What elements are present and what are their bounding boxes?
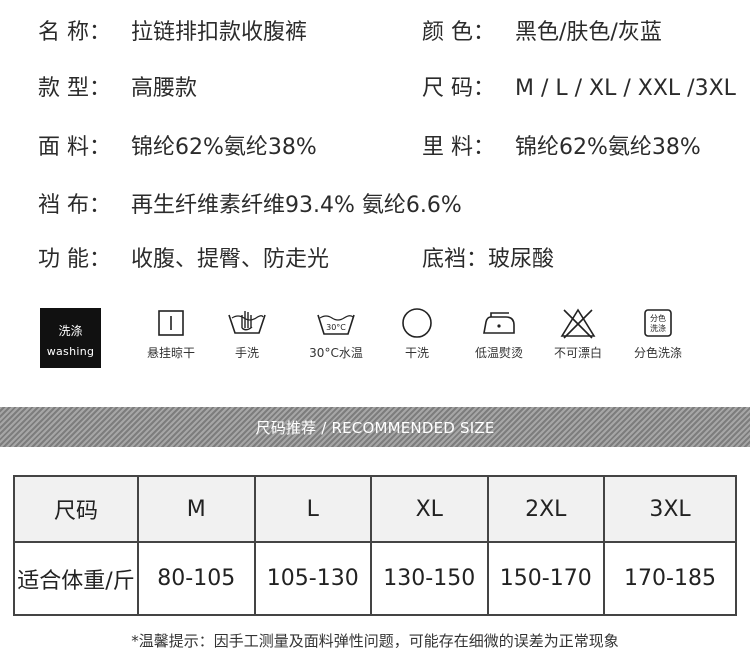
separate-wash-mark-bottom: 洗涤 <box>650 323 666 333</box>
care-instructions: 洗涤 washing 悬挂晾干 手洗 30°C 30°C水温 干洗 低温熨烫 不… <box>0 306 750 376</box>
spec-crotch-value: 玻尿酸 <box>488 247 555 272</box>
care-item-iron-low: 低温熨烫 <box>464 306 534 361</box>
size-header-cell: 2XL <box>486 475 605 543</box>
spec-fabric: 面 料： 锦纶62%氨纶38% <box>38 133 317 163</box>
weight-cell: 80-105 <box>137 541 256 616</box>
care-label-no-bleach: 不可漂白 <box>553 346 602 360</box>
size-header-cell: M <box>137 475 256 543</box>
spec-function: 功 能： 收腹、提臀、防走光 <box>38 245 329 275</box>
care-item-separate-wash: 分色 洗涤 分色洗涤 <box>622 306 694 361</box>
iron-low-icon <box>483 312 515 334</box>
spec-sleeve-value: 再生纤维素纤维93.4% 氨纶6.6% <box>131 193 462 218</box>
spec-color-value: 黑色/肤色/灰蓝 <box>515 20 662 45</box>
spec-lining-value: 锦纶62%氨纶38% <box>515 135 701 160</box>
wash-30-icon: 30°C <box>317 314 355 335</box>
no-bleach-icon <box>560 308 596 339</box>
spec-lining: 里 料： 锦纶62%氨纶38% <box>422 133 701 163</box>
separate-wash-icon: 分色 洗涤 <box>644 309 672 337</box>
spec-style: 款 型： 高腰款 <box>38 74 197 104</box>
spec-color-label: 颜 色： <box>422 20 495 45</box>
banner-title: 尺码推荐 / RECOMMENDED SIZE <box>255 419 495 437</box>
care-label-hand-wash: 手洗 <box>234 346 259 360</box>
size-header-cell: 3XL <box>603 475 737 543</box>
size-table: 尺码 M L XL 2XL 3XL 适合体重/斤 80-105 105-130 … <box>13 475 737 616</box>
washing-badge-en: washing <box>46 345 95 358</box>
size-header-cell: L <box>253 475 372 543</box>
size-header-cell: XL <box>370 475 489 543</box>
weight-cell: 130-150 <box>370 541 489 616</box>
care-item-hang-dry: 悬挂晾干 <box>136 306 206 361</box>
care-item-no-bleach: 不可漂白 <box>543 306 613 361</box>
size-table-header-row: 尺码 M L XL 2XL 3XL <box>13 475 737 543</box>
size-header-cell: 尺码 <box>13 475 139 543</box>
spec-size-value: M / L / XL / XXL /3XL <box>515 76 736 101</box>
spec-fabric-label: 面 料： <box>38 135 111 160</box>
spec-sleeve: 裆 布： 再生纤维素纤维93.4% 氨纶6.6% <box>38 191 462 221</box>
care-item-hand-wash: 手洗 <box>212 306 282 361</box>
care-item-wash-30: 30°C 30°C水温 <box>296 306 376 361</box>
spec-fabric-value: 锦纶62%氨纶38% <box>131 135 317 160</box>
spec-color: 颜 色： 黑色/肤色/灰蓝 <box>422 18 662 48</box>
size-table-weight-row: 适合体重/斤 80-105 105-130 130-150 150-170 17… <box>13 541 737 616</box>
spec-name-label: 名 称： <box>38 20 111 45</box>
separate-wash-mark-top: 分色 <box>650 313 666 323</box>
spec-style-label: 款 型： <box>38 76 111 101</box>
spec-name: 名 称： 拉链排扣款收腹裤 <box>38 18 307 48</box>
washing-badge-cn: 洗涤 <box>58 324 83 338</box>
spec-function-label: 功 能： <box>38 247 111 272</box>
weight-cell: 105-130 <box>253 541 372 616</box>
care-label-dry-clean: 干洗 <box>404 346 429 360</box>
spec-sleeve-label: 裆 布： <box>38 193 111 218</box>
hang-dry-icon <box>158 310 184 336</box>
spec-function-value: 收腹、提臀、防走光 <box>131 247 330 272</box>
spec-crotch: 底裆：玻尿酸 <box>422 245 554 275</box>
weight-cell: 150-170 <box>486 541 605 616</box>
care-label-hang-dry: 悬挂晾干 <box>146 346 195 360</box>
spec-size: 尺 码： M / L / XL / XXL /3XL <box>422 74 736 104</box>
spec-name-value: 拉链排扣款收腹裤 <box>131 20 308 45</box>
weight-cell: 170-185 <box>603 541 737 616</box>
weight-row-label: 适合体重/斤 <box>13 541 139 616</box>
recommended-size-banner: 尺码推荐 / RECOMMENDED SIZE <box>0 407 750 447</box>
wash-30-mark: 30°C <box>326 323 346 332</box>
measurement-note: *温馨提示：因手工测量及面料弹性问题，可能存在细微的误差为正常现象 <box>131 632 619 650</box>
washing-badge: 洗涤 washing <box>40 308 101 368</box>
care-label-wash-30: 30°C水温 <box>309 346 363 360</box>
care-label-separate-wash: 分色洗涤 <box>633 346 682 360</box>
spec-style-value: 高腰款 <box>131 76 198 101</box>
spec-lining-label: 里 料： <box>422 135 495 160</box>
care-label-iron-low: 低温熨烫 <box>474 346 523 360</box>
hand-wash-icon <box>228 311 266 334</box>
dry-clean-icon <box>402 308 432 338</box>
care-item-dry-clean: 干洗 <box>384 306 450 361</box>
spec-crotch-label: 底裆： <box>422 247 489 272</box>
spec-size-label: 尺 码： <box>422 76 495 101</box>
